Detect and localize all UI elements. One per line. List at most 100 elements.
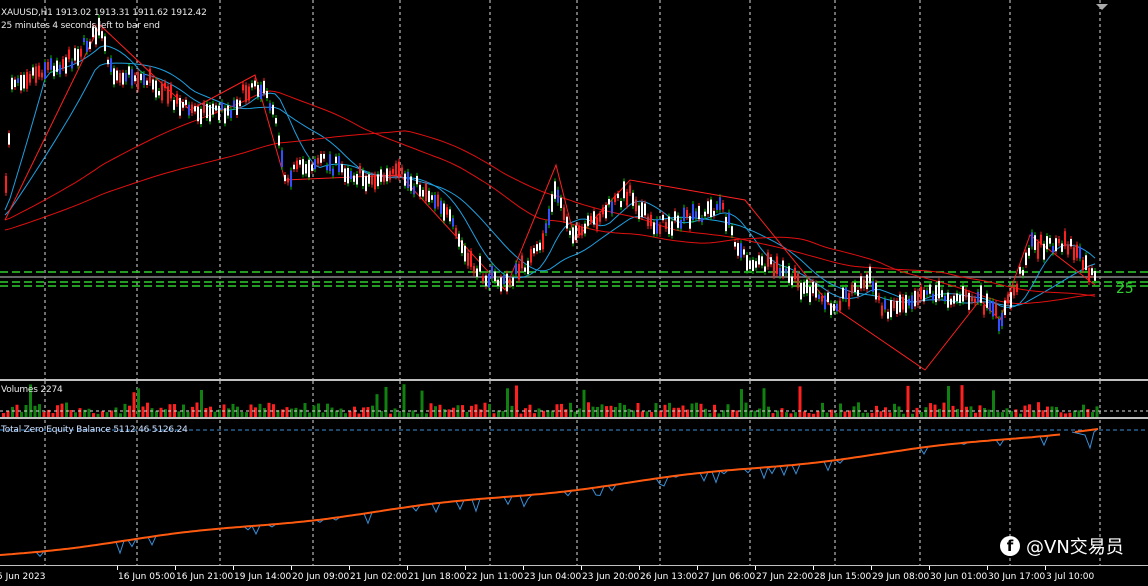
candle-body (536, 244, 538, 252)
candle-body (953, 295, 955, 304)
candle-body (392, 168, 394, 174)
candle-body (134, 75, 136, 82)
volume-bar (114, 407, 118, 417)
candle-body (425, 183, 427, 202)
candle-body (473, 266, 475, 274)
candle-body (1085, 255, 1087, 270)
candle-body (23, 74, 25, 89)
candle-body (53, 65, 55, 77)
candle-body (500, 277, 502, 292)
volume-bar (204, 408, 208, 417)
candle-body (122, 72, 124, 85)
volume-bar (897, 406, 901, 417)
candle-body (365, 175, 367, 192)
candle-body (842, 287, 844, 299)
candle-body (434, 194, 436, 209)
candle-body (1013, 287, 1015, 296)
candle-body (689, 216, 691, 229)
pane-separator[interactable] (0, 417, 1148, 419)
collapse-arrow-icon[interactable] (1096, 4, 1108, 10)
candle-body (467, 252, 469, 266)
candle-body (266, 90, 268, 99)
candle-body (137, 72, 139, 90)
volume-bar (87, 408, 91, 417)
candle-body (503, 275, 505, 285)
equity-label: Total Zero Equity Balance 5112.46 5126.2… (1, 425, 188, 435)
candle-body (440, 200, 442, 214)
candle-body (935, 285, 937, 303)
candle-body (887, 311, 889, 319)
candle-body (863, 279, 865, 289)
candle-body (653, 222, 655, 235)
candle-body (155, 80, 157, 98)
volume-bar (137, 388, 140, 417)
candle-body (878, 295, 880, 301)
candle-body (182, 102, 184, 108)
candle-body (80, 48, 82, 57)
candle-body (833, 304, 835, 311)
candle-body (230, 110, 232, 118)
candle-body (170, 84, 172, 99)
candle-body (938, 280, 940, 299)
candle-body (770, 257, 772, 265)
candle-body (437, 194, 439, 207)
candle-body (950, 298, 952, 305)
volume-bar (762, 388, 766, 417)
candle-body (836, 303, 838, 312)
volume-bar (524, 408, 527, 417)
bar-timer: 25 minutes 4 seconds left to bar end (1, 21, 160, 31)
candle-body (1058, 238, 1060, 244)
candle-body (47, 62, 49, 70)
volume-bar (1014, 409, 1018, 417)
candle-body (1067, 244, 1069, 255)
time-tick (871, 566, 872, 570)
candle-body (560, 197, 562, 208)
volume-bar (515, 385, 518, 417)
candle-body (716, 204, 718, 210)
candle-body (764, 266, 766, 272)
candle-body (623, 181, 625, 199)
volume-bar (209, 406, 212, 417)
candle-body (419, 184, 421, 197)
candle-body (524, 267, 526, 272)
volume-bar (393, 408, 397, 417)
candle-body (1004, 300, 1006, 316)
candle-body (1070, 238, 1072, 247)
candle-body (194, 106, 196, 112)
candle-body (824, 295, 826, 310)
volume-bar (695, 402, 698, 417)
candle-body (407, 171, 409, 188)
candle-body (569, 230, 571, 235)
volume-pane[interactable]: Volumes 2274 (0, 381, 1148, 417)
price-chart[interactable]: XAUUSD,H1 1913.02 1913.31 1911.62 1912.4… (0, 0, 1148, 379)
volume-bar (938, 408, 941, 417)
candle-body (377, 174, 379, 187)
candle-body (380, 169, 382, 182)
candle-body (1028, 247, 1030, 256)
candle-body (512, 277, 514, 287)
candle-body (674, 211, 676, 221)
candle-body (341, 164, 343, 173)
time-label: 26 Jun 13:00 (640, 572, 698, 582)
candle-body (209, 105, 211, 122)
candle-body (1073, 247, 1075, 261)
candle-body (602, 207, 604, 215)
volume-bar (488, 403, 491, 417)
candle-body (242, 84, 244, 91)
candle-body (992, 301, 994, 317)
candle-body (518, 263, 520, 280)
candle-body (737, 243, 739, 256)
candle-body (581, 226, 583, 236)
volume-bar (65, 402, 68, 417)
balance-line (0, 433, 1061, 556)
candle-body (485, 275, 487, 287)
candle-body (896, 300, 898, 314)
candle-body (668, 216, 670, 235)
candle-body (881, 305, 883, 316)
candle-body (71, 61, 73, 69)
time-tick (581, 566, 582, 570)
candle-body (257, 85, 259, 97)
candle-body (14, 79, 16, 88)
equity-pane[interactable]: Total Zero Equity Balance 5112.46 5126.2… (0, 420, 1148, 565)
candle-body (116, 70, 118, 81)
